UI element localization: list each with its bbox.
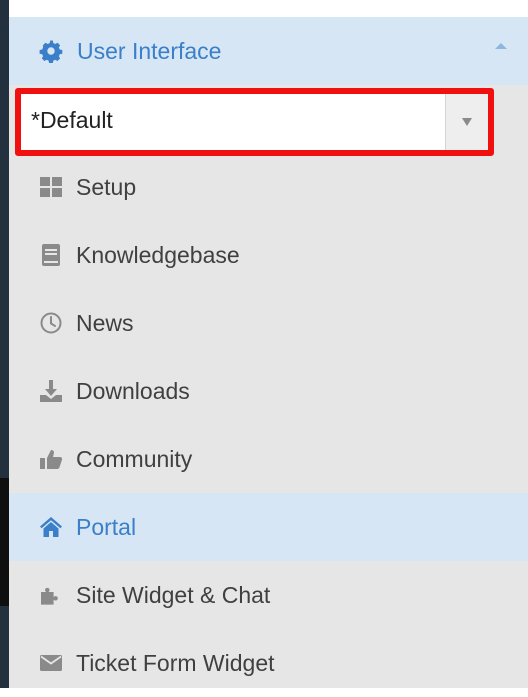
menu-item-label: News xyxy=(76,309,134,336)
grid-icon xyxy=(39,175,63,199)
envelope-icon xyxy=(39,651,63,675)
section-title: User Interface xyxy=(77,37,222,64)
menu-item-label: Ticket Form Widget xyxy=(76,649,275,676)
menu-item-downloads[interactable]: Downloads xyxy=(9,357,528,425)
menu-item-label: Setup xyxy=(76,173,137,200)
gear-icon xyxy=(39,39,63,63)
menu-item-community[interactable]: Community xyxy=(9,425,528,493)
book-icon xyxy=(39,243,63,267)
collapse-caret-icon[interactable] xyxy=(495,43,507,49)
menu-item-label: Site Widget & Chat xyxy=(76,581,271,608)
menu-item-site-widget-chat[interactable]: Site Widget & Chat xyxy=(9,561,528,629)
clock-icon xyxy=(39,311,63,335)
left-edge-bar xyxy=(0,0,28,688)
home-icon xyxy=(39,515,63,539)
puzzle-icon xyxy=(39,583,63,607)
menu-item-knowledgebase[interactable]: Knowledgebase xyxy=(9,221,528,289)
sidebar-menu: User Interface *Default Setup Knowledgeb… xyxy=(9,0,528,688)
menu-item-label: Downloads xyxy=(76,377,190,404)
interface-select-value: *Default xyxy=(31,107,113,133)
menu-item-news[interactable]: News xyxy=(9,289,528,357)
menu-item-label: Community xyxy=(76,445,193,472)
interface-select[interactable]: *Default xyxy=(15,88,494,156)
menu-item-portal[interactable]: Portal xyxy=(9,493,528,561)
top-strip xyxy=(9,0,528,17)
chevron-down-icon xyxy=(462,118,472,126)
menu-item-setup[interactable]: Setup xyxy=(9,153,528,221)
menu-item-label: Portal xyxy=(76,513,137,540)
menu-item-label: Knowledgebase xyxy=(76,241,240,268)
download-icon xyxy=(39,379,63,403)
section-header-user-interface[interactable]: User Interface xyxy=(9,17,528,85)
thumbs-up-icon xyxy=(39,447,63,471)
menu-item-ticket-form-widget[interactable]: Ticket Form Widget xyxy=(9,629,528,697)
select-dropdown-button[interactable] xyxy=(445,94,488,150)
